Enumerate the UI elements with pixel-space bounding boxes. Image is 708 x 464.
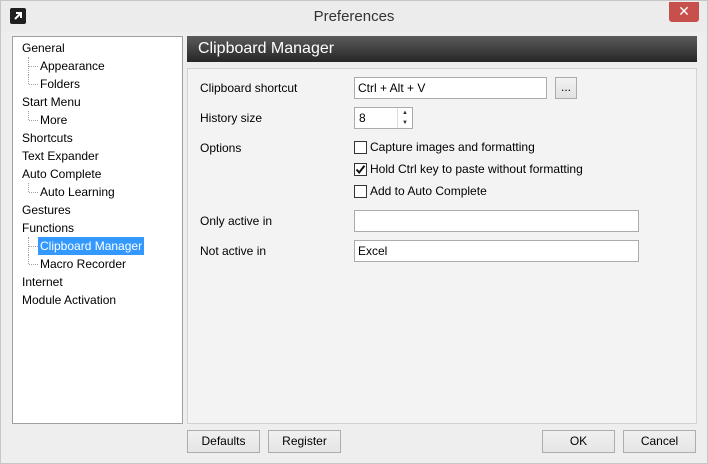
category-tree: General Appearance Folders Start Menu Mo… — [12, 36, 183, 424]
window-title: Preferences — [313, 8, 395, 25]
settings-panel: Clipboard shortcut Ctrl + Alt + V ... Hi… — [187, 68, 697, 424]
close-icon: ✕ — [678, 3, 690, 19]
tree-item-label: Clipboard Manager — [38, 237, 145, 255]
tree-connector — [28, 183, 29, 192]
panel-title: Clipboard Manager — [187, 36, 697, 62]
tree-connector — [29, 66, 38, 67]
tree-item-label: Start Menu — [22, 95, 81, 109]
tree-item-appearance[interactable]: Appearance — [13, 57, 182, 75]
checkbox-label: Capture images and formatting — [370, 140, 535, 154]
tree-connector — [28, 111, 29, 120]
only-active-field[interactable] — [354, 210, 639, 232]
tree-item-functions[interactable]: Functions — [13, 219, 182, 237]
history-size-label: History size — [200, 111, 263, 125]
checkbox-label: Hold Ctrl key to paste without formattin… — [370, 162, 583, 176]
shortcut-field[interactable]: Ctrl + Alt + V — [354, 77, 547, 99]
tree-item-label: Folders — [40, 77, 81, 91]
tree-connector — [28, 75, 29, 84]
tree-item-label: Functions — [22, 221, 75, 235]
tree-item-macro-recorder[interactable]: Macro Recorder — [13, 255, 182, 273]
title-bar[interactable]: Preferences ✕ — [1, 1, 707, 32]
tree-item-gestures[interactable]: Gestures — [13, 201, 182, 219]
shortcut-label: Clipboard shortcut — [200, 81, 298, 95]
hold-ctrl-checkbox[interactable]: Hold Ctrl key to paste without formattin… — [354, 162, 594, 178]
tree-item-label: General — [22, 41, 65, 55]
checkbox-label: Add to Auto Complete — [370, 184, 487, 198]
tree-item-label: Shortcuts — [22, 131, 73, 145]
browse-shortcut-button[interactable]: ... — [555, 77, 577, 99]
checkbox-box[interactable] — [354, 185, 367, 198]
tree-item-label: Appearance — [40, 59, 105, 73]
spinner-arrows: ▲ ▼ — [397, 108, 412, 128]
checkmark-icon — [355, 165, 366, 175]
tree-item-start-menu[interactable]: Start Menu — [13, 93, 182, 111]
tree-connector — [29, 192, 38, 193]
preferences-window: Preferences ✕ General Appearance Folders… — [0, 0, 708, 464]
only-active-label: Only active in — [200, 214, 273, 228]
tree-item-label: Internet — [22, 275, 63, 289]
options-label: Options — [200, 141, 242, 155]
add-to-auto-complete-checkbox[interactable]: Add to Auto Complete — [354, 184, 514, 200]
tree-item-label: Auto Learning — [40, 185, 115, 199]
tree-item-auto-learning[interactable]: Auto Learning — [13, 183, 182, 201]
tree-item-shortcuts[interactable]: Shortcuts — [13, 129, 182, 147]
register-button[interactable]: Register — [268, 430, 341, 453]
tree-item-text-expander[interactable]: Text Expander — [13, 147, 182, 165]
tree-item-internet[interactable]: Internet — [13, 273, 182, 291]
spin-up-icon[interactable]: ▲ — [398, 108, 412, 118]
history-size-spinner[interactable]: 8 ▲ ▼ — [354, 107, 413, 129]
cancel-button[interactable]: Cancel — [623, 430, 696, 453]
tree-connector — [28, 255, 29, 264]
tree-item-module-activation[interactable]: Module Activation — [13, 291, 182, 309]
defaults-button[interactable]: Defaults — [187, 430, 260, 453]
not-active-field[interactable]: Excel — [354, 240, 639, 262]
spin-down-icon[interactable]: ▼ — [398, 118, 412, 128]
tree-connector — [29, 264, 38, 265]
tree-item-label: Text Expander — [22, 149, 99, 163]
tree-item-label: Macro Recorder — [40, 257, 127, 271]
checkbox-box[interactable] — [354, 163, 367, 176]
tree-item-label: Gestures — [22, 203, 71, 217]
tree-item-label: More — [40, 113, 68, 127]
not-active-label: Not active in — [200, 244, 267, 258]
tree-item-folders[interactable]: Folders — [13, 75, 182, 93]
capture-images-checkbox[interactable]: Capture images and formatting — [354, 140, 554, 156]
checkbox-box[interactable] — [354, 141, 367, 154]
tree-connector — [29, 120, 38, 121]
tree-connector — [29, 84, 38, 85]
tree-item-clipboard-manager[interactable]: Clipboard Manager — [13, 237, 182, 255]
tree-item-auto-complete[interactable]: Auto Complete — [13, 165, 182, 183]
history-size-value: 8 — [359, 111, 366, 125]
tree-item-more[interactable]: More — [13, 111, 182, 129]
close-button[interactable]: ✕ — [669, 2, 699, 22]
tree-item-label: Auto Complete — [22, 167, 102, 181]
ok-button[interactable]: OK — [542, 430, 615, 453]
tree-item-general[interactable]: General — [13, 39, 182, 57]
tree-connector — [29, 246, 38, 247]
tree-item-label: Module Activation — [22, 293, 117, 307]
